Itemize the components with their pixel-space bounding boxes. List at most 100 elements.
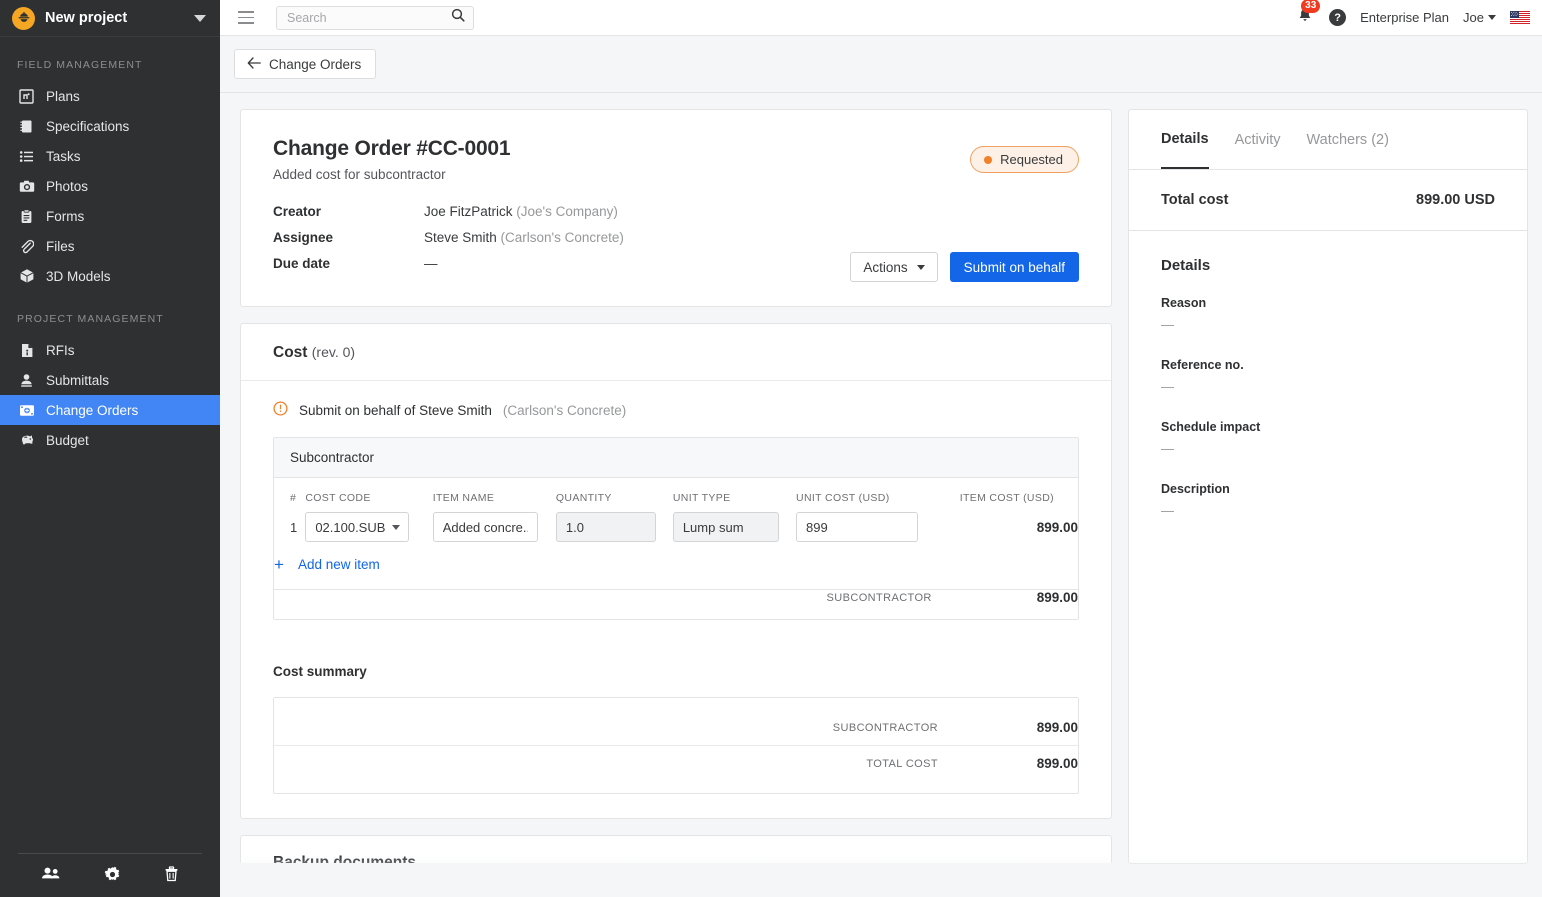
sidebar-item-label: RFIs xyxy=(46,343,75,358)
unit-cost-input[interactable] xyxy=(796,512,918,542)
topbar: 33 ? Enterprise Plan Joe xyxy=(220,0,1542,36)
sidebar-item-change-orders[interactable]: Change Orders xyxy=(0,395,220,425)
back-button-label: Change Orders xyxy=(269,57,361,72)
details-tabs: Details Activity Watchers (2) xyxy=(1129,110,1527,170)
details-heading: Details xyxy=(1161,257,1495,274)
sidebar-item-label: Submittals xyxy=(46,373,109,388)
sidebar-item-forms[interactable]: Forms xyxy=(0,201,220,231)
sidebar-item-submittals[interactable]: Submittals xyxy=(0,365,220,395)
us-flag-icon[interactable] xyxy=(1510,11,1530,24)
cost-summary-title: Cost summary xyxy=(241,644,1111,679)
field-value: — xyxy=(1161,503,1495,518)
page-subtitle: Added cost for subcontractor xyxy=(273,167,1079,182)
tab-details[interactable]: Details xyxy=(1161,110,1209,169)
row-item-name-cell xyxy=(433,512,556,556)
actions-dropdown-button[interactable]: Actions xyxy=(850,252,937,282)
hamburger-icon[interactable] xyxy=(236,7,256,28)
row-quantity-cell xyxy=(556,512,673,556)
meta-row-creator: Creator Joe FitzPatrick (Joe's Company) xyxy=(273,204,1079,230)
search-box[interactable] xyxy=(276,6,474,30)
sidebar-item-label: Files xyxy=(46,239,75,254)
chevron-down-icon[interactable] xyxy=(194,15,206,22)
chevron-down-icon xyxy=(392,525,400,530)
subcontractor-items-table: Subcontractor # COST CODE ITEM NAME QUAN… xyxy=(273,437,1079,620)
sidebar-item-plans[interactable]: Plans xyxy=(0,81,220,111)
total-cost-row: Total cost 899.00 USD xyxy=(1129,170,1527,231)
search-icon[interactable] xyxy=(451,8,465,27)
item-cost-value: 899.00 xyxy=(932,512,1078,556)
breadcrumb: Change Orders xyxy=(220,36,1542,93)
tab-watchers[interactable]: Watchers (2) xyxy=(1306,110,1388,169)
details-card: Details Activity Watchers (2) Total cost… xyxy=(1128,109,1528,864)
project-name: New project xyxy=(45,10,194,26)
sidebar-item-label: 3D Models xyxy=(46,269,111,284)
cost-summary-box: SUBCONTRACTOR 899.00 TOTAL COST 899.00 xyxy=(273,697,1079,794)
sidebar-item-files[interactable]: Files xyxy=(0,231,220,261)
project-selector[interactable]: New project xyxy=(0,0,220,37)
item-name-input[interactable] xyxy=(433,512,538,542)
plus-icon: + xyxy=(274,556,284,573)
sidebar-item-label: Photos xyxy=(46,179,88,194)
tab-activity[interactable]: Activity xyxy=(1235,110,1281,169)
details-side-panel: Details Activity Watchers (2) Total cost… xyxy=(1128,109,1528,897)
files-icon xyxy=(17,237,36,256)
cost-code-value: 02.100.SUB xyxy=(315,520,392,535)
sidebar-item-photos[interactable]: Photos xyxy=(0,171,220,201)
total-cost-value: 899.00 USD xyxy=(1416,192,1495,208)
trash-icon[interactable] xyxy=(164,866,179,883)
meta-value: Joe FitzPatrick (Joe's Company) xyxy=(424,204,618,219)
tab-label: Details xyxy=(1161,131,1209,147)
notification-badge: 33 xyxy=(1301,0,1320,13)
notifications-bell[interactable]: 33 xyxy=(1295,5,1315,31)
quantity-input[interactable] xyxy=(556,512,656,542)
header-actions: Actions Submit on behalf xyxy=(850,252,1079,282)
behalf-company: (Carlson's Concrete) xyxy=(503,403,626,418)
sidebar-item-rfis[interactable]: RFIs xyxy=(0,335,220,365)
enterprise-plan-label[interactable]: Enterprise Plan xyxy=(1360,10,1449,25)
sidebar-item-tasks[interactable]: Tasks xyxy=(0,141,220,171)
field-schedule-impact: Schedule impact — xyxy=(1161,420,1495,456)
col-item-cost: ITEM COST (USD) xyxy=(932,478,1078,512)
settings-icon[interactable] xyxy=(104,866,121,883)
actions-label: Actions xyxy=(863,260,907,275)
arrow-left-icon xyxy=(247,57,261,72)
summary-row-subcontractor: SUBCONTRACTOR 899.00 xyxy=(274,710,1078,746)
specifications-icon xyxy=(17,117,36,136)
meta-key: Assignee xyxy=(273,230,424,245)
back-to-change-orders-button[interactable]: Change Orders xyxy=(234,49,376,79)
summary-label: TOTAL COST xyxy=(304,746,938,782)
add-new-item-row: + Add new item xyxy=(274,556,1078,590)
user-name: Joe xyxy=(1463,10,1484,25)
cost-code-select[interactable]: 02.100.SUB xyxy=(305,512,409,542)
submit-on-behalf-button[interactable]: Submit on behalf xyxy=(950,252,1079,282)
total-cost-label: Total cost xyxy=(1161,192,1228,208)
backup-documents-card: Backup documents xyxy=(240,835,1112,863)
sidebar-section-field-management: FIELD MANAGEMENT xyxy=(0,37,220,81)
col-index: # xyxy=(274,478,305,512)
tab-count: (2) xyxy=(1371,132,1389,148)
meta-key: Creator xyxy=(273,204,424,219)
rfis-icon xyxy=(17,341,36,360)
table-group-title: Subcontractor xyxy=(274,438,1078,478)
unit-type-input[interactable] xyxy=(673,512,779,542)
3d-models-icon xyxy=(17,267,36,286)
sidebar-item-3d-models[interactable]: 3D Models xyxy=(0,261,220,291)
page-content: Change Order #CC-0001 Added cost for sub… xyxy=(220,93,1542,897)
sidebar-item-specifications[interactable]: Specifications xyxy=(0,111,220,141)
status-dot-icon xyxy=(984,156,992,164)
cost-title: Cost xyxy=(273,344,307,361)
page-title: Change Order #CC-0001 xyxy=(273,137,1079,161)
app-root: New project FIELD MANAGEMENT Plans Speci… xyxy=(0,0,1542,897)
user-menu[interactable]: Joe xyxy=(1463,10,1496,25)
search-input[interactable] xyxy=(287,11,451,25)
help-icon[interactable]: ? xyxy=(1329,9,1346,26)
members-icon[interactable] xyxy=(41,866,61,883)
assignee-company: (Carlson's Concrete) xyxy=(501,230,624,245)
sidebar-item-budget[interactable]: Budget xyxy=(0,425,220,455)
field-value: — xyxy=(1161,379,1495,394)
main-column: Change Order #CC-0001 Added cost for sub… xyxy=(240,109,1112,897)
cost-card-header: Cost (rev. 0) xyxy=(241,324,1111,381)
add-new-item-button[interactable]: + Add new item xyxy=(274,556,380,573)
creator-name: Joe FitzPatrick xyxy=(424,204,513,219)
sidebar: New project FIELD MANAGEMENT Plans Speci… xyxy=(0,0,220,897)
